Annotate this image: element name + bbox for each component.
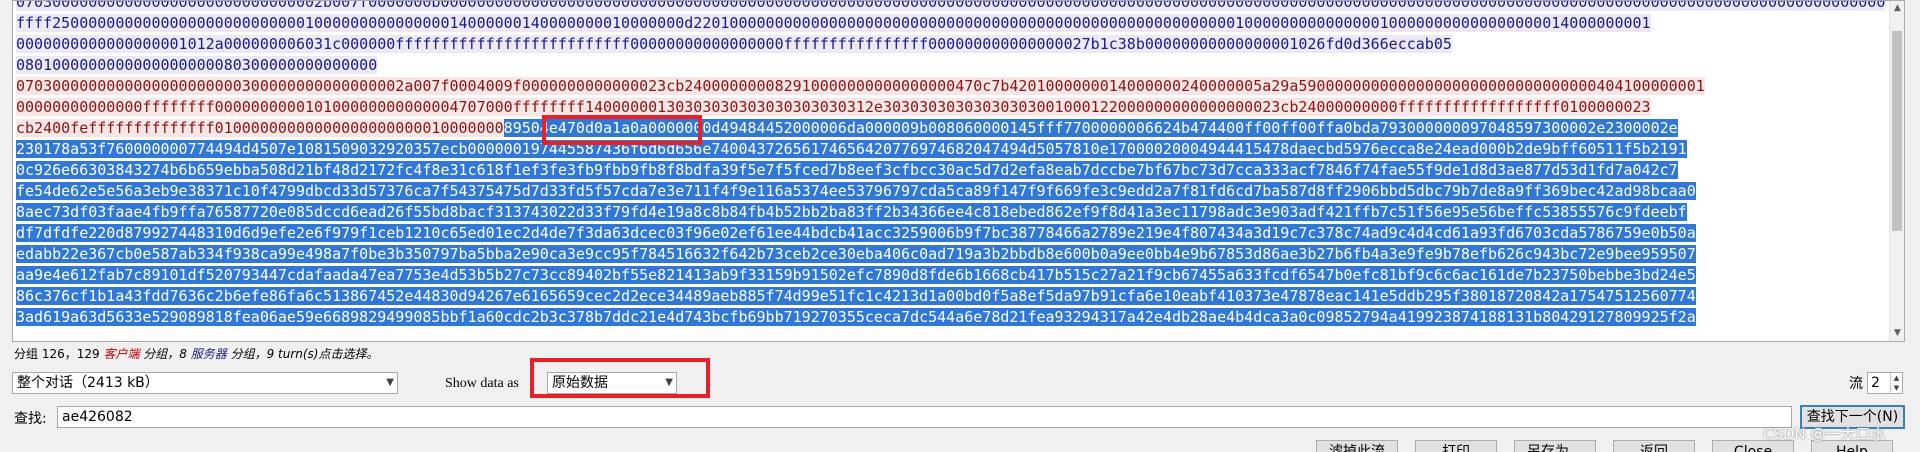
stream-number-value: 2 — [1871, 375, 1880, 391]
hex-stream-text[interactable]: 0703000000000000000000000000000002b007f0… — [13, 1, 1891, 341]
stream-line[interactable]: edabb22e367cb0e587ab334f938ca99e498a7f0b… — [16, 244, 1891, 265]
stream-segment-sel[interactable]: 0c926e66303843274b6b659ebba508d21bf48d21… — [16, 161, 1678, 179]
stream-segment-server[interactable]: 0703000000000000000000000000000002b007f0… — [16, 1, 1886, 11]
stream-line[interactable]: aa9e4e612fab7c89101df520793447cdafaada47… — [16, 265, 1891, 286]
back-button[interactable]: 返回 — [1613, 440, 1695, 452]
stream-status-line: 分组 126，129 客户端 分组，8 服务器 分组，9 turn(s)点击选择… — [14, 345, 379, 363]
stream-line[interactable]: 00000000000000ffffffff000000000010100000… — [16, 97, 1891, 118]
stream-segment-sel[interactable]: 86c376cf1b1a43fdd7636c2b6efe86fa6c513867… — [16, 287, 1696, 305]
chevron-down-icon[interactable]: ▼ — [665, 373, 673, 393]
save-as-button[interactable]: 另存为… — [1514, 440, 1596, 452]
spinner-arrows-icon[interactable]: ▲ ▼ — [1890, 373, 1902, 393]
stream-number-label: 流 — [1849, 376, 1863, 392]
status-server-label: 服务器 — [190, 347, 227, 361]
stream-line[interactable]: 0703000000000000000000000300000000000000… — [16, 76, 1891, 97]
stream-line[interactable]: 86c376cf1b1a43fdd7636c2b6efe86fa6c513867… — [16, 286, 1891, 307]
stream-segment-server[interactable]: 0000000000000000001012a000000006031c0000… — [16, 35, 1452, 53]
chevron-down-icon[interactable]: ▼ — [386, 373, 394, 393]
stream-segment-sel[interactable]: 89504e470d0a1a0a0000000d49484452000006da… — [503, 119, 1678, 137]
stream-line[interactable]: fe54de62e5e56a3eb9e38371c10f4799dbcd33d5… — [16, 181, 1891, 202]
vertical-scrollbar[interactable]: ▲ ▼ — [1889, 1, 1904, 341]
stream-line[interactable]: cb2400feffffffffffffff010000000000000000… — [16, 118, 1891, 139]
stream-segment-sel[interactable]: 8aec73df03faae4fb9ffa76587720e085dccd6ea… — [16, 203, 1687, 221]
csdn-watermark: CSDN @一大口水 — [1763, 425, 1886, 443]
status-client-label: 客户端 — [103, 347, 140, 361]
follow-tcp-stream-window: 0703000000000000000000000000000002b007f0… — [0, 0, 1920, 452]
stream-line[interactable]: df7dfdfe220d879927448310d6d9efe2e6f979f1… — [16, 223, 1891, 244]
stream-line[interactable]: 0c926e66303843274b6b659ebba508d21bf48d21… — [16, 160, 1891, 181]
stream-content-pane[interactable]: 0703000000000000000000000000000002b007f0… — [12, 0, 1905, 342]
status-mid2: 分组，9 turn(s) — [226, 347, 319, 361]
stream-segment-client[interactable]: 0703000000000000000000000300000000000000… — [16, 77, 1705, 95]
stream-segment-client[interactable]: 00000000000000ffffffff000000000010100000… — [16, 98, 1651, 116]
stream-segment-client[interactable]: cb2400feffffffffffffff010000000000000000… — [16, 119, 504, 137]
scroll-thumb[interactable] — [1892, 31, 1902, 231]
data-format-select[interactable]: 原始数据 ▼ — [547, 372, 677, 394]
data-format-selected-value: 原始数据 — [552, 375, 608, 391]
stream-segment-sel[interactable]: 230178a53f760000000774494d4507e108150903… — [16, 140, 1687, 158]
show-data-label: Show data as — [445, 376, 519, 391]
stream-segment-server[interactable]: ffff250000000000000000000000000010000000… — [16, 14, 1651, 32]
conversation-selected-value: 整个对话（2413 kB） — [17, 375, 159, 391]
stream-segment-sel[interactable]: fe54de62e5e56a3eb9e38371c10f4799dbcd33d5… — [16, 182, 1696, 200]
print-button[interactable]: 打印 — [1415, 440, 1497, 452]
stream-line[interactable]: 230178a53f760000000774494d4507e108150903… — [16, 139, 1891, 160]
filter-out-stream-button[interactable]: 滤掉此流 — [1316, 440, 1398, 452]
scroll-up-icon[interactable]: ▲ — [1890, 1, 1904, 16]
find-input[interactable] — [57, 406, 1792, 428]
stream-line[interactable]: 0000000000000000001012a000000006031c0000… — [16, 34, 1891, 55]
stream-line[interactable]: 8aec73df03faae4fb9ffa76587720e085dccd6ea… — [16, 202, 1891, 223]
status-suffix: 点击选择。 — [318, 347, 379, 361]
stream-line[interactable]: 0703000000000000000000000000000002b007f0… — [16, 1, 1891, 13]
conversation-select[interactable]: 整个对话（2413 kB） ▼ — [12, 372, 398, 394]
stream-segment-server[interactable]: 0801000000000000000000080300000000000000 — [16, 56, 378, 74]
stream-segment-sel[interactable]: df7dfdfe220d879927448310d6d9efe2e6f979f1… — [16, 224, 1696, 242]
stream-number-spinbox[interactable]: 2 ▲ ▼ — [1867, 372, 1903, 394]
stream-line[interactable]: 0801000000000000000000080300000000000000 — [16, 55, 1891, 76]
status-prefix: 分组 126，129 — [14, 347, 104, 361]
stream-segment-sel[interactable]: 3ad619a63d5633e529089818fea06ae59e668982… — [16, 308, 1696, 326]
stream-segment-sel[interactable]: aa9e4e612fab7c89101df520793447cdafaada47… — [16, 266, 1696, 284]
stream-line[interactable]: 3ad619a63d5633e529089818fea06ae59e668982… — [16, 307, 1891, 328]
stream-segment-sel[interactable]: edabb22e367cb0e587ab334f938ca99e498a7f0b… — [16, 245, 1696, 263]
status-mid1: 分组，8 — [139, 347, 191, 361]
scroll-down-icon[interactable]: ▼ — [1890, 326, 1904, 341]
find-label: 查找: — [14, 411, 47, 427]
stream-line[interactable]: ffff250000000000000000000000000010000000… — [16, 13, 1891, 34]
